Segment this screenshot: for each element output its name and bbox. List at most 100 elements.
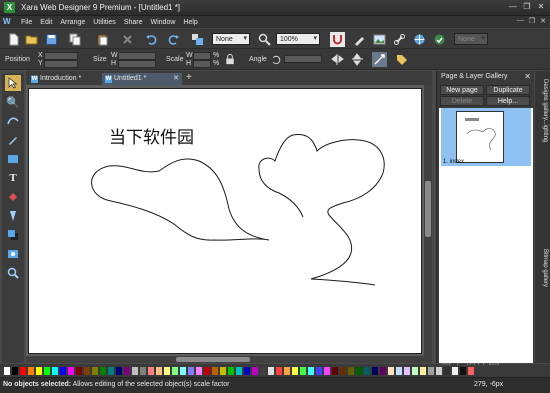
palette-swatch[interactable] [348, 367, 354, 375]
copy-icon[interactable] [68, 32, 83, 47]
size-h-field[interactable] [118, 60, 156, 68]
tab-introduction[interactable]: W Introduction * [28, 73, 100, 85]
bitmap-gallery-tab[interactable]: Bitmap gallery [537, 249, 548, 287]
shape-editor-icon[interactable] [5, 113, 21, 129]
menu-file[interactable]: File [21, 19, 32, 26]
photo-tool-icon[interactable] [5, 246, 21, 262]
palette-swatch[interactable] [380, 367, 386, 375]
scale-w-field[interactable] [193, 52, 211, 60]
canvas-area[interactable]: 当下软件园 [26, 85, 432, 363]
palette-swatch[interactable] [340, 367, 346, 375]
palette-swatch[interactable] [228, 367, 234, 375]
publish-icon[interactable] [432, 32, 447, 47]
palette-swatch[interactable] [108, 367, 114, 375]
delete-icon[interactable] [120, 32, 135, 47]
palette-swatch[interactable] [132, 367, 138, 375]
palette-swatch[interactable] [204, 367, 210, 375]
palette-swatch[interactable] [404, 367, 410, 375]
pen-tool-icon[interactable] [5, 132, 21, 148]
horizontal-scrollbar[interactable] [26, 356, 426, 363]
doc-close-button[interactable]: ✕ [540, 17, 546, 25]
restore-button[interactable]: ❐ [522, 2, 532, 12]
palette-swatch[interactable] [356, 367, 362, 375]
palette-swatch[interactable] [212, 367, 218, 375]
palette-swatch[interactable] [452, 367, 458, 375]
palette-swatch[interactable] [292, 367, 298, 375]
palette-swatch[interactable] [92, 367, 98, 375]
scale-h-field[interactable] [193, 60, 211, 68]
palette-swatch[interactable] [20, 367, 26, 375]
arrange-icon[interactable] [190, 32, 205, 47]
doc-minimize-button[interactable]: — [517, 17, 524, 25]
palette-swatch[interactable] [116, 367, 122, 375]
palette-swatch[interactable] [148, 367, 154, 375]
palette-swatch[interactable] [156, 367, 162, 375]
palette-swatch[interactable] [76, 367, 82, 375]
palette-swatch[interactable] [172, 367, 178, 375]
palette-swatch[interactable] [420, 367, 426, 375]
palette-swatch[interactable] [372, 367, 378, 375]
blend-mode-select[interactable]: None [212, 33, 250, 45]
tag-icon[interactable] [394, 52, 409, 67]
gallery-close-icon[interactable]: ✕ [524, 72, 531, 81]
zoom-select[interactable]: 100% [276, 33, 320, 45]
lock-aspect-icon[interactable] [224, 52, 236, 66]
palette-swatch[interactable] [436, 367, 442, 375]
palette-swatch[interactable] [324, 367, 330, 375]
gallery-help-button[interactable]: Help... [486, 96, 530, 106]
palette-swatch[interactable] [12, 367, 18, 375]
palette-swatch[interactable] [252, 367, 258, 375]
palette-swatch[interactable] [68, 367, 74, 375]
menu-share[interactable]: Share [124, 19, 143, 26]
menu-arrange[interactable]: Arrange [60, 19, 85, 26]
push-tool-icon[interactable] [5, 265, 21, 281]
palette-swatch[interactable] [36, 367, 42, 375]
palette-swatch[interactable] [268, 367, 274, 375]
new-page-button[interactable]: New page [440, 85, 484, 95]
text-tool-icon[interactable]: T [5, 170, 21, 186]
palette-swatch[interactable] [60, 367, 66, 375]
palette-swatch[interactable] [284, 367, 290, 375]
document-page[interactable]: 当下软件园 [28, 88, 422, 354]
palette-swatch[interactable] [260, 367, 266, 375]
palette-swatch[interactable] [100, 367, 106, 375]
tab-untitled1[interactable]: W Untitled1 * ✕ [102, 73, 182, 85]
position-x-field[interactable] [44, 52, 78, 60]
palette-swatch[interactable] [332, 367, 338, 375]
angle-field[interactable] [284, 55, 322, 63]
redo-icon[interactable] [166, 32, 181, 47]
palette-swatch[interactable] [4, 367, 10, 375]
vertical-scrollbar[interactable] [424, 85, 432, 363]
palette-swatch[interactable] [44, 367, 50, 375]
paste-icon[interactable] [95, 32, 110, 47]
fill-tool-icon[interactable] [5, 189, 21, 205]
link-icon[interactable] [392, 32, 407, 47]
transparency-tool-icon[interactable] [5, 208, 21, 224]
color-picker-icon[interactable] [352, 32, 367, 47]
palette-swatch[interactable] [180, 367, 186, 375]
horizontal-scroll-thumb[interactable] [176, 357, 250, 362]
palette-swatch[interactable] [412, 367, 418, 375]
palette-swatch[interactable] [196, 367, 202, 375]
add-tab-button[interactable]: + [186, 72, 192, 83]
palette-swatch[interactable] [468, 367, 474, 375]
palette-swatch[interactable] [396, 367, 402, 375]
palette-swatch[interactable] [140, 367, 146, 375]
zoom-tool-icon[interactable]: 🔍 [5, 94, 21, 110]
designs-gallery-tab[interactable]: Designs gallery...ighting [537, 79, 548, 142]
palette-swatch[interactable] [308, 367, 314, 375]
selector-tool-icon[interactable] [5, 75, 21, 91]
menu-utilities[interactable]: Utilities [93, 19, 116, 26]
zoom-icon[interactable] [257, 32, 272, 47]
new-document-icon[interactable] [6, 32, 21, 47]
palette-swatch[interactable] [276, 367, 282, 375]
palette-swatch[interactable] [364, 367, 370, 375]
palette-swatch[interactable] [428, 367, 434, 375]
palette-swatch[interactable] [28, 367, 34, 375]
palette-swatch[interactable] [236, 367, 242, 375]
palette-swatch[interactable] [316, 367, 322, 375]
palette-swatch[interactable] [164, 367, 170, 375]
palette-swatch[interactable] [444, 367, 450, 375]
open-folder-icon[interactable] [24, 32, 39, 47]
undo-icon[interactable] [144, 32, 159, 47]
